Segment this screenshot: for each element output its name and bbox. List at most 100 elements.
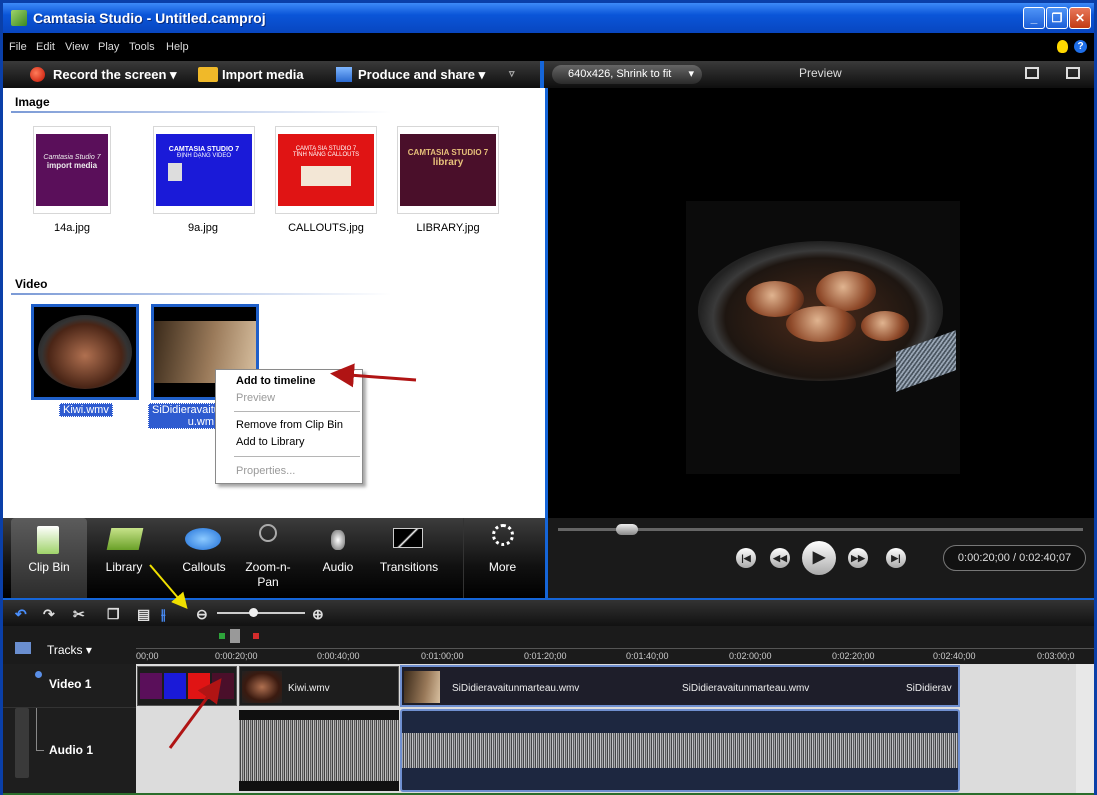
video-track-label: Video 1 <box>49 677 92 691</box>
tick-label: 0:02:00;00 <box>729 651 772 661</box>
menu-help[interactable]: Help <box>166 41 189 53</box>
menu-file[interactable]: File <box>9 41 27 53</box>
skip-back-icon[interactable]: |◀ <box>736 548 756 568</box>
clip-thumb-callouts <box>188 673 210 699</box>
track-dot-icon <box>35 671 42 678</box>
menu-add-to-timeline[interactable]: Add to timeline <box>236 375 315 387</box>
video-track-header[interactable]: Video 1 <box>3 664 136 708</box>
zoom-in-icon[interactable]: ⊕ <box>312 606 324 623</box>
tab-more[interactable]: More <box>463 518 541 598</box>
playhead[interactable] <box>230 629 240 643</box>
thumb-14a-caption: Camtasia Studio 7 <box>43 154 101 161</box>
tab-clip-bin-label: Clip Bin <box>28 560 70 574</box>
video-thumb-kiwi[interactable] <box>31 304 139 400</box>
clip-thumb-9a <box>164 673 186 699</box>
scrubber-handle[interactable] <box>616 524 638 535</box>
rewind-icon[interactable]: ◀◀ <box>770 548 790 568</box>
preview-size-select[interactable]: 640x426, Shrink to fit ▾ <box>552 65 702 84</box>
tick-label: 0:01:00;00 <box>421 651 464 661</box>
tab-library[interactable]: Library <box>89 518 159 598</box>
thumb-14a-art: Camtasia Studio 7 import media <box>36 134 108 206</box>
thumb-library-caption2: library <box>432 157 464 168</box>
app-window: Camtasia Studio - Untitled.camproj _ ❐ ✕… <box>0 0 1097 795</box>
copy-icon[interactable]: ❐ <box>107 606 120 623</box>
play-icon[interactable]: ▶ <box>802 541 836 575</box>
tab-zoom-n-pan[interactable]: Zoom-n- Pan <box>239 518 297 598</box>
menu-properties[interactable]: Properties... <box>236 465 295 477</box>
clip-kiwi[interactable]: Kiwi.wmv <box>239 666 399 706</box>
audio-track-label: Audio 1 <box>49 743 93 757</box>
tab-callouts-label: Callouts <box>182 560 226 574</box>
fast-forward-icon[interactable]: ▶▶ <box>848 548 868 568</box>
redo-icon[interactable]: ↷ <box>43 606 55 623</box>
toolbar-overflow-button[interactable]: ▿ <box>509 67 515 80</box>
zoom-slider-handle[interactable] <box>249 608 258 617</box>
image-label-callouts: CALLOUTS.jpg <box>288 222 364 234</box>
image-label-14a: 14a.jpg <box>53 222 91 234</box>
menu-add-to-library[interactable]: Add to Library <box>236 436 304 448</box>
image-thumb-callouts[interactable]: CAMTA SIA STUDIO 7 TÍNH NĂNG CALLOUTS <box>275 126 377 214</box>
fullscreen-icon[interactable] <box>1025 67 1039 79</box>
lightbulb-icon[interactable] <box>1057 40 1068 53</box>
audio-clip-kiwi[interactable] <box>239 710 399 791</box>
audio-track-header[interactable]: Audio 1 <box>3 708 136 793</box>
timeline-ruler[interactable]: Tracks ▾ 00;00 0:00:20;00 0:00:40;00 0:0… <box>3 626 1094 664</box>
tab-zoom-n-pan-label: Zoom-n- Pan <box>245 560 291 589</box>
audio-track[interactable] <box>136 708 1076 793</box>
split-icon[interactable]: ⫲ <box>161 606 166 623</box>
paste-icon[interactable]: ▤ <box>137 606 150 623</box>
tab-callouts[interactable]: Callouts <box>169 518 239 598</box>
ruler-line <box>136 648 1094 649</box>
menu-preview[interactable]: Preview <box>236 392 275 404</box>
video-label-sididier-line1: SiDidieravaitu <box>152 404 220 416</box>
audio-clip-sididier[interactable] <box>400 709 960 792</box>
tracks-menu-button[interactable]: Tracks ▾ <box>47 643 92 657</box>
video-track[interactable]: Kiwi.wmv SiDidieravaitunmarteau.wmv SiDi… <box>136 664 1076 708</box>
timeline-scrollbar[interactable] <box>1076 664 1094 793</box>
tab-more-label: More <box>488 560 517 574</box>
help-icon[interactable]: ? <box>1074 40 1087 53</box>
window-title: Camtasia Studio - Untitled.camproj <box>33 10 266 26</box>
main-toolbar: Record the screen ▾ Import media Produce… <box>3 61 540 88</box>
record-screen-button[interactable]: Record the screen ▾ <box>53 67 177 83</box>
cut-icon[interactable]: ✂ <box>73 606 85 623</box>
lock-track-icon[interactable] <box>15 708 29 778</box>
image-thumb-library[interactable]: CAMTASIA STUDIO 7 library <box>397 126 499 214</box>
clip-thumb-library <box>212 673 234 699</box>
preview-canvas <box>548 88 1094 518</box>
zoom-out-icon[interactable]: ⊖ <box>196 606 208 623</box>
detach-preview-icon[interactable] <box>1066 67 1080 79</box>
thumb-callouts-caption2: TÍNH NĂNG CALLOUTS <box>292 152 360 158</box>
tab-audio-label: Audio <box>322 560 354 574</box>
preview-video-frame <box>686 201 960 474</box>
restore-button[interactable]: ❐ <box>1046 7 1068 29</box>
menu-edit[interactable]: Edit <box>36 41 55 53</box>
tab-transitions[interactable]: Transitions <box>373 518 445 598</box>
thumb-9a-art: CAMTASIA STUDIO 7 ĐỊNH DẠNG VIDEO <box>156 134 252 206</box>
record-icon <box>30 67 45 82</box>
image-thumb-9a[interactable]: CAMTASIA STUDIO 7 ĐỊNH DẠNG VIDEO <box>153 126 255 214</box>
menu-remove-from-clip-bin[interactable]: Remove from Clip Bin <box>236 419 343 431</box>
produce-share-button[interactable]: Produce and share ▾ <box>358 67 485 83</box>
menu-view[interactable]: View <box>65 41 89 53</box>
image-clips-group[interactable] <box>137 666 237 706</box>
undo-icon[interactable]: ↶ <box>15 606 27 623</box>
skip-forward-icon[interactable]: ▶| <box>886 548 906 568</box>
selection-end-marker[interactable] <box>253 633 259 639</box>
clip-sididier-thumb <box>404 671 440 703</box>
clip-sididier[interactable]: SiDidieravaitunmarteau.wmv SiDidieravait… <box>400 665 960 707</box>
tab-audio[interactable]: Audio <box>313 518 363 598</box>
zoom-slider[interactable] <box>217 612 305 614</box>
selection-start-marker[interactable] <box>219 633 225 639</box>
timeline-toolbar: ↶ ↷ ✂ ❐ ▤ ⫲ ⊖ ⊕ <box>3 600 1094 626</box>
close-button[interactable]: ✕ <box>1069 7 1091 29</box>
import-media-button[interactable]: Import media <box>222 67 304 82</box>
thumb-callouts-art: CAMTA SIA STUDIO 7 TÍNH NĂNG CALLOUTS <box>278 134 374 206</box>
clip-thumb-14a <box>140 673 162 699</box>
tab-library-label: Library <box>105 560 143 574</box>
tab-clip-bin[interactable]: Clip Bin <box>11 518 87 598</box>
menu-tools[interactable]: Tools <box>129 41 155 53</box>
menu-play[interactable]: Play <box>98 41 119 53</box>
image-thumb-14a[interactable]: Camtasia Studio 7 import media <box>33 126 111 214</box>
minimize-button[interactable]: _ <box>1023 7 1045 29</box>
